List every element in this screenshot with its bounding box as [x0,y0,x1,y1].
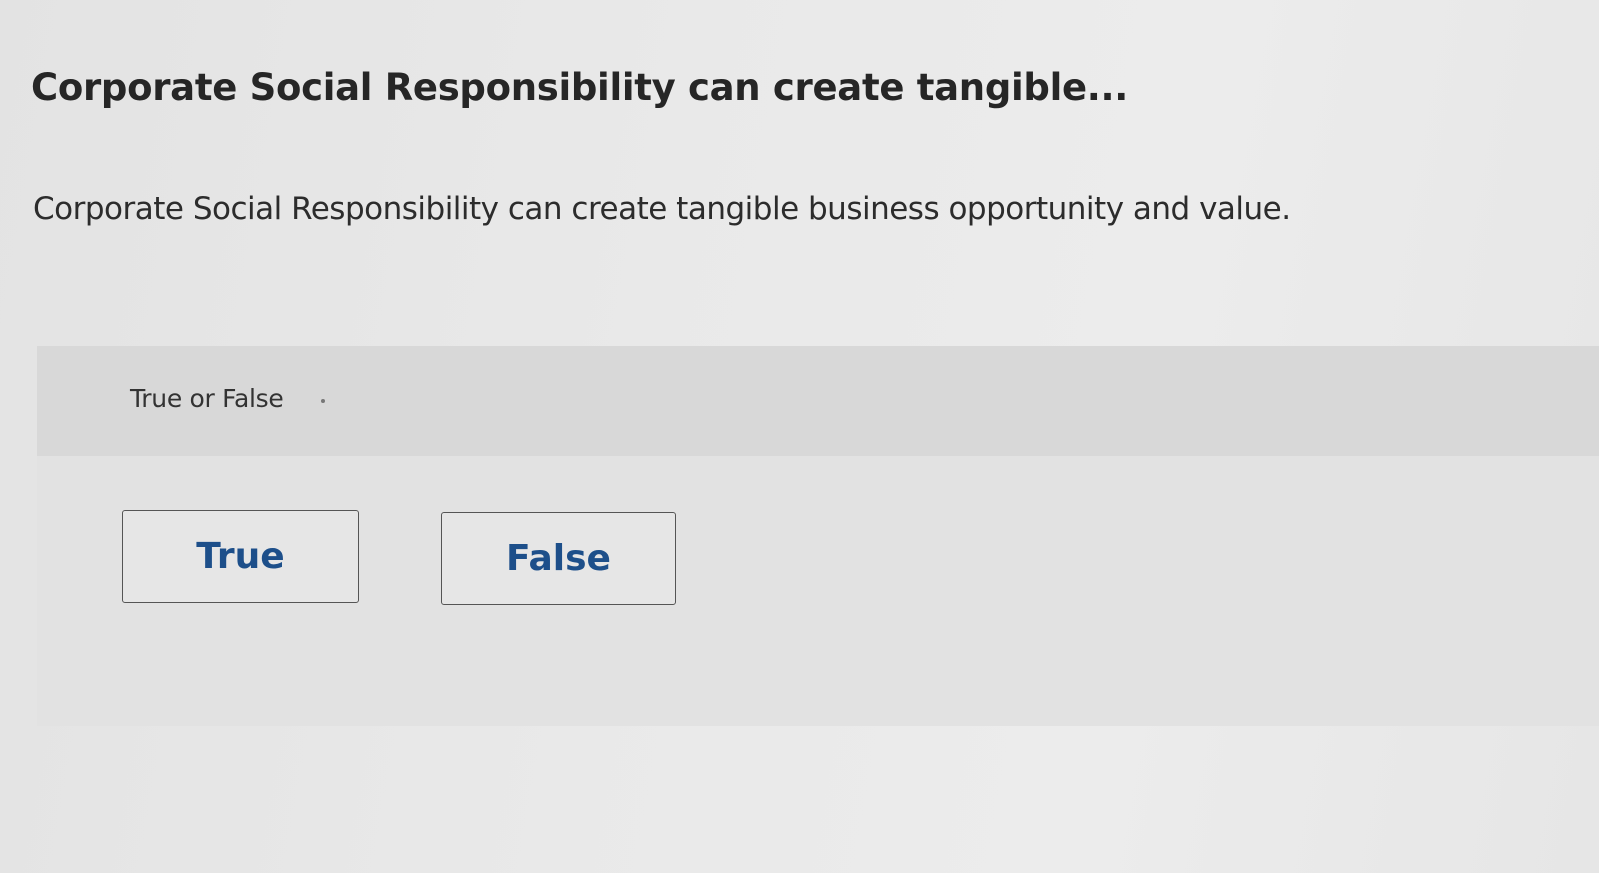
true-button[interactable]: True [122,510,359,603]
question-page: Corporate Social Responsibility can crea… [0,0,1599,873]
answer-choices: True False [37,456,1599,726]
answer-panel: True or False True False [37,346,1599,726]
question-title: Corporate Social Responsibility can crea… [31,66,1129,109]
question-type-label: True or False [130,384,284,413]
answer-panel-header: True or False [37,346,1599,456]
dot-icon [321,399,325,403]
false-button[interactable]: False [441,512,676,605]
question-prompt: Corporate Social Responsibility can crea… [33,191,1291,227]
